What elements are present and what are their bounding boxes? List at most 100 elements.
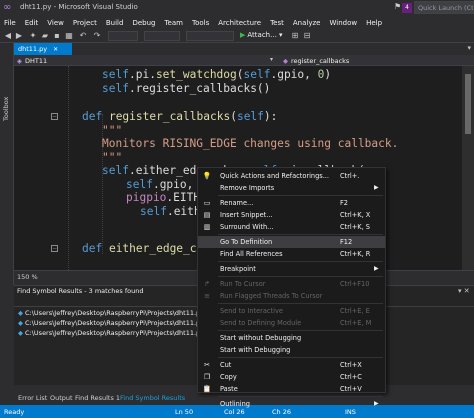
attach-button[interactable]: ▶ Attach... ▾ [240,31,283,39]
menu-item-label: Cut [220,361,232,369]
notification-badge[interactable]: 4 [402,3,412,13]
close-icon[interactable]: ✕ [53,46,58,53]
status-line: Ln 50 [175,408,194,416]
startup-project-dropdown[interactable] [186,31,234,41]
undo-icon[interactable]: ↶ [78,31,88,41]
list-item[interactable]: ◆ C:\Users\Jeffrey\Desktop\RaspberryPi\Pr… [18,309,204,317]
editor-gutter [14,66,48,270]
menu-item-go-to-definition[interactable]: Go To Definition F12 [198,236,385,248]
navigation-bar: ◈ DHT11 ▾ ◆ register_callbacks [14,55,474,66]
collapse-icon[interactable]: − [51,113,58,120]
menu-project[interactable]: Project [73,19,97,27]
save-icon[interactable]: ▪ [52,31,62,41]
code-line: """ [102,151,123,164]
menu-item-label: Start without Debugging [220,334,302,342]
menu-item-label: Rename... [220,199,254,207]
menu-window[interactable]: Window [329,19,357,27]
menu-item-label: Breakpoint [220,265,256,273]
panel-pin-icon[interactable]: ▾ ✕ [458,287,470,295]
member-name: register_callbacks [291,56,350,65]
tab-output[interactable]: Output [50,394,73,402]
menu-file[interactable]: File [4,19,16,27]
copy-icon: ❐ [203,373,211,381]
open-file-icon[interactable]: ▰ [40,31,50,41]
quick-launch-input[interactable]: Quick Launch (Ct [414,1,474,14]
scrollbar-thumb[interactable] [465,74,471,134]
menu-item-outlining[interactable]: Outlining ▶ [198,398,385,410]
play-icon: ▶ [240,31,246,39]
result-icon: ◆ [18,329,23,337]
platform-dropdown[interactable] [144,31,180,41]
new-project-icon[interactable]: ✦ [28,31,38,41]
menu-architecture[interactable]: Architecture [218,19,261,27]
back-icon[interactable]: ◀ [3,31,13,41]
menu-item-cut[interactable]: ✂ Cut Ctrl+X [198,359,385,371]
menu-item-shortcut: Ctrl+E, E [340,307,370,315]
menu-item-shortcut: Ctrl+V [340,385,362,393]
menu-item-label: Quick Actions and Refactorings... [220,172,330,180]
menu-test[interactable]: Test [270,19,284,27]
member-dropdown[interactable]: ◆ register_callbacks [280,55,474,66]
toolbar-extra2-icon[interactable]: ⊟ [302,31,312,41]
menu-item-insert-snippet[interactable]: ▤ Insert Snippet... Ctrl+K, X [198,209,385,221]
tab-find-symbol-results[interactable]: Find Symbol Results [120,394,185,402]
submenu-arrow-icon: ▶ [374,184,379,191]
save-all-icon[interactable]: ▦ [64,31,74,41]
menu-team[interactable]: Team [164,19,183,27]
menu-item-remove-imports[interactable]: Remove Imports ▶ [198,182,385,194]
rename-icon: ▭ [203,199,211,207]
tab-error-list[interactable]: Error List [18,394,47,402]
method-icon: ◆ [283,56,288,65]
list-item[interactable]: ◆ C:\Users\Jeffrey\Desktop\RaspberryPi\Pr… [18,329,204,337]
menu-edit[interactable]: Edit [25,19,39,27]
tab-overflow-chevron-icon[interactable]: ▾ [467,44,471,52]
menu-item-send-to-interactive: Send to Interactive Ctrl+E, E [198,305,385,317]
redo-icon[interactable]: ↷ [92,31,102,41]
menu-item-shortcut: Ctrl+E, M [340,319,372,327]
class-dropdown[interactable]: ◈ DHT11 [14,55,192,66]
menu-item-label: Start with Debugging [220,346,291,354]
menu-build[interactable]: Build [106,19,124,27]
class-icon: ◈ [17,56,22,65]
toolbar-extra-icon[interactable]: ⊞ [290,31,300,41]
menu-item-shortcut: F12 [340,238,353,246]
menu-debug[interactable]: Debug [132,19,155,27]
menu-item-rename[interactable]: ▭ Rename... F2 [198,197,385,209]
menu-item-surround-with[interactable]: ▥ Surround With... Ctrl+K, S [198,221,385,233]
collapse-icon[interactable]: − [51,245,58,252]
menu-tools[interactable]: Tools [192,19,209,27]
menu-analyze[interactable]: Analyze [293,19,321,27]
menu-item-quick-actions-and-refactorings[interactable]: 💡 Quick Actions and Refactorings... Ctrl+. [198,170,385,182]
menu-item-start-with-debugging[interactable]: Start with Debugging [198,344,385,356]
menu-item-copy[interactable]: ❐ Copy Ctrl+C [198,371,385,383]
menu-separator [218,357,383,358]
toolbox-strip: Toolbox [0,43,14,285]
menu-item-breakpoint[interactable]: Breakpoint ▶ [198,263,385,275]
menu-item-paste[interactable]: 📋 Paste Ctrl+V [198,383,385,395]
window-title: dht11.py - Microsoft Visual Studio [20,3,138,11]
code-line: self.register_callbacks() [102,82,271,95]
menu-item-shortcut: Ctrl+F10 [340,280,370,288]
zoom-level[interactable]: 150 % [17,273,38,281]
cut-icon: ✂ [204,361,210,369]
code-line: def register_callbacks(self): [82,110,278,123]
chevron-down-icon[interactable]: ▾ [270,56,273,63]
visual-studio-logo-icon: ∞ [3,2,12,13]
menu-help[interactable]: Help [366,19,382,27]
forward-icon[interactable]: ▶ [14,31,24,41]
list-item[interactable]: ◆ C:\Users\Jeffrey\Desktop\RaspberryPi\Pr… [18,319,204,327]
code-line: """ [102,124,123,137]
submenu-arrow-icon: ▶ [374,265,379,272]
menu-view[interactable]: View [47,19,64,27]
tab-dht11-py[interactable]: dht11.py ✕ [14,43,72,55]
menu-separator [218,396,383,397]
paste-icon: 📋 [202,385,212,393]
configuration-dropdown[interactable] [108,31,138,41]
menu-item-find-all-references[interactable]: Find All References Ctrl+K, R [198,248,385,260]
vertical-scrollbar[interactable] [462,66,474,270]
run-to-cursor-icon: ↱ [204,280,210,288]
toolbox-tab[interactable]: Toolbox [2,91,12,121]
editor-context-menu: 💡 Quick Actions and Refactorings... Ctrl+.… [197,167,386,408]
menu-item-start-without-debugging[interactable]: Start without Debugging [198,332,385,344]
tab-find-results-1[interactable]: Find Results 1 [75,394,120,402]
